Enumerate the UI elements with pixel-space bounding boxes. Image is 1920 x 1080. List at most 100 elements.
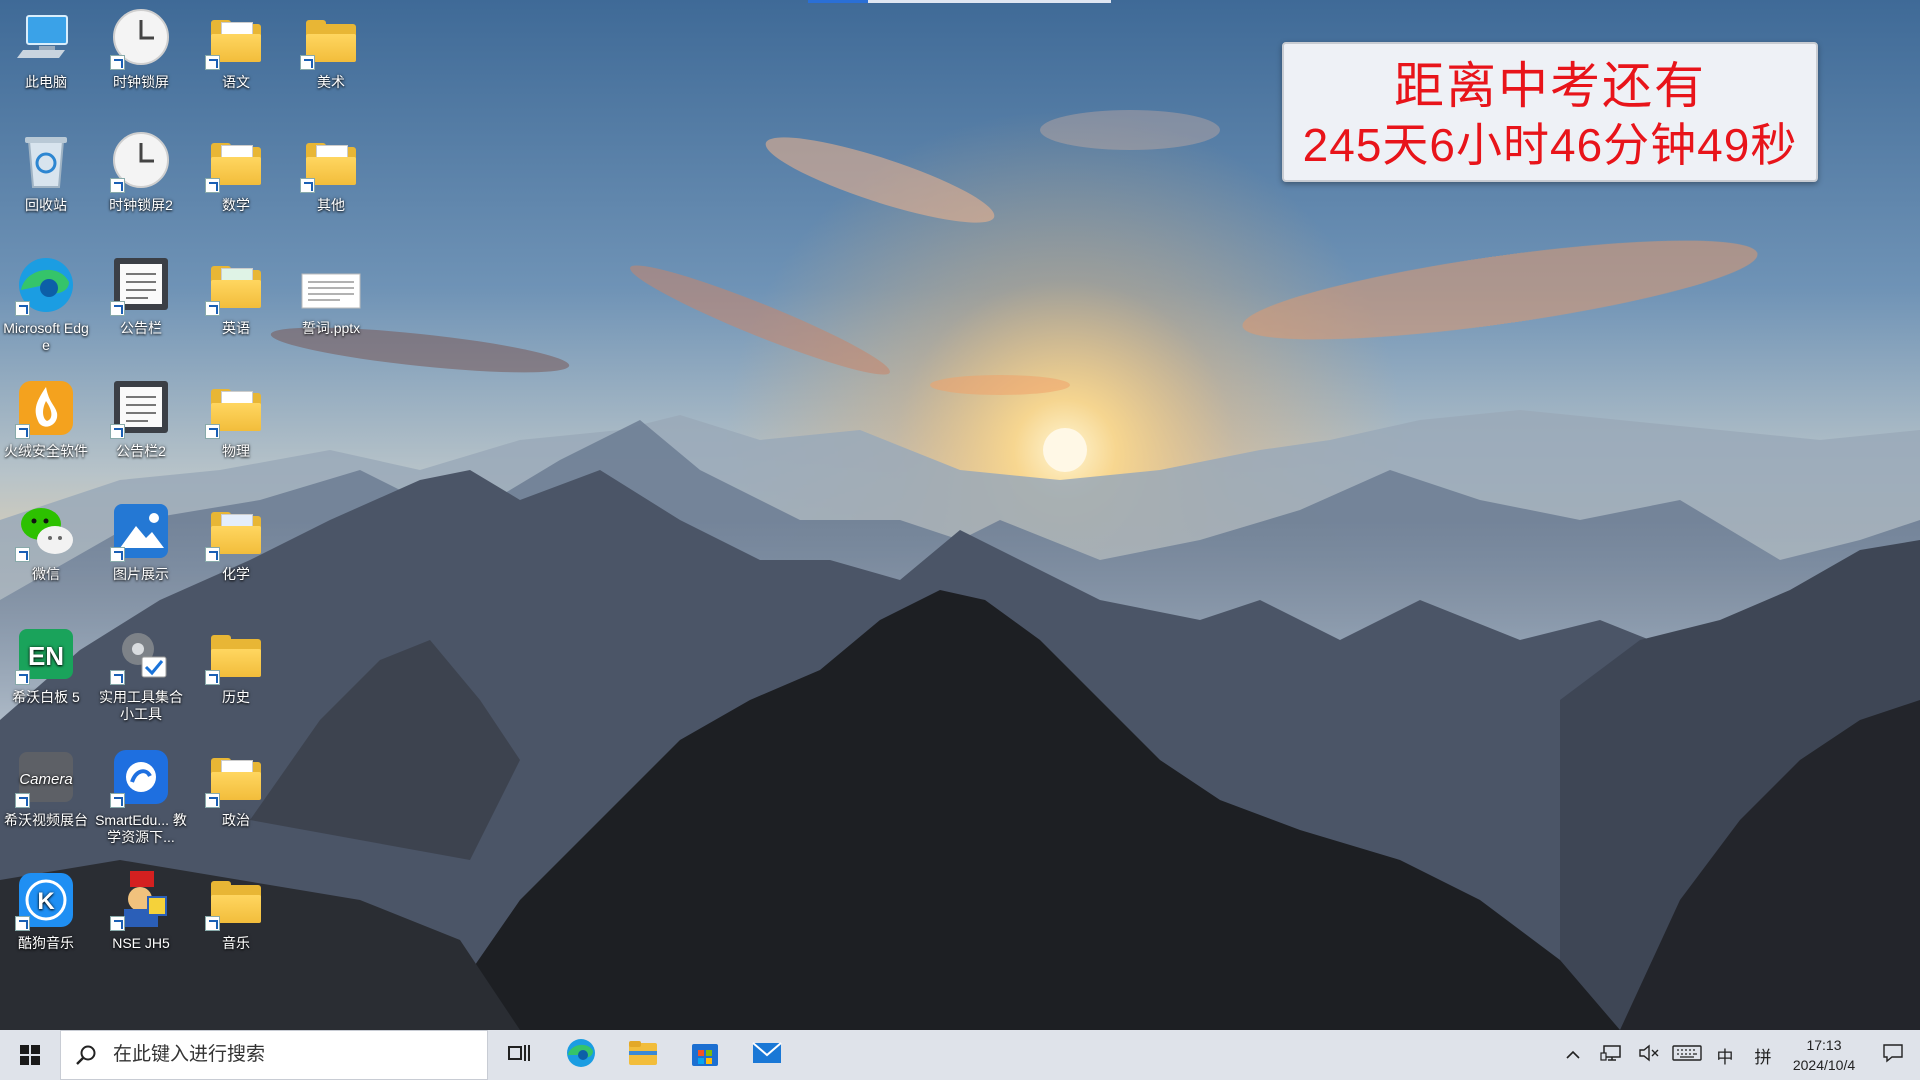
countdown-remaining: 245天6小时46分钟49秒 bbox=[1302, 119, 1798, 171]
file-explorer-icon bbox=[627, 1039, 659, 1072]
desktop-folder-politics[interactable]: 政治 bbox=[190, 746, 282, 829]
icon-label: 火绒安全软件 bbox=[4, 443, 88, 459]
shortcut-arrow-icon bbox=[15, 547, 30, 562]
notification-icon bbox=[1882, 1043, 1904, 1068]
desktop-folder-chemistry[interactable]: 化学 bbox=[190, 500, 282, 583]
desktop-icon-huorong[interactable]: 火绒安全软件 bbox=[0, 377, 92, 460]
icon-label: 希沃视频展台 bbox=[4, 812, 88, 828]
icon-label: 回收站 bbox=[25, 197, 67, 213]
svg-text:Camera: Camera bbox=[19, 771, 72, 788]
start-button[interactable] bbox=[0, 1030, 60, 1080]
icon-label: Microsoft Edge bbox=[3, 320, 89, 353]
ime-mode-indicator[interactable]: 拼 bbox=[1744, 1030, 1782, 1080]
shortcut-arrow-icon bbox=[110, 55, 125, 70]
desktop-icon-clock-lock[interactable]: 时钟锁屏 bbox=[95, 8, 187, 91]
taskbar-file-explorer-button[interactable] bbox=[612, 1030, 674, 1080]
top-progress-segment bbox=[808, 0, 868, 3]
folder-icon bbox=[205, 869, 267, 931]
clock-time: 17:13 bbox=[1806, 1037, 1842, 1053]
chevron-up-icon bbox=[1565, 1045, 1581, 1065]
desktop-icon-wechat[interactable]: 微信 bbox=[0, 500, 92, 583]
shortcut-arrow-icon bbox=[205, 55, 220, 70]
nse-icon bbox=[110, 869, 172, 931]
countdown-title: 距离中考还有 bbox=[1394, 58, 1706, 114]
desktop-icon-notice-board-2[interactable]: 公告栏2 bbox=[95, 377, 187, 460]
desktop-file-oath-pptx[interactable]: 誓词.pptx bbox=[285, 254, 377, 337]
icon-label: 公告栏 bbox=[120, 320, 162, 336]
desktop-icon-this-pc[interactable]: 此电脑 bbox=[0, 8, 92, 91]
icon-label: 化学 bbox=[222, 566, 250, 582]
desktop-folder-history[interactable]: 历史 bbox=[190, 623, 282, 706]
exam-countdown-widget: 距离中考还有 245天6小时46分钟49秒 bbox=[1282, 42, 1818, 182]
taskbar-store-button[interactable] bbox=[674, 1030, 736, 1080]
icon-label: 语文 bbox=[222, 74, 250, 90]
icon-label: 酷狗音乐 bbox=[18, 935, 74, 951]
mail-icon bbox=[751, 1041, 783, 1070]
picture-viewer-icon bbox=[110, 500, 172, 562]
icon-label: 誓词.pptx bbox=[301, 320, 361, 336]
desktop-folder-art[interactable]: 美术 bbox=[285, 8, 377, 91]
folder-icon bbox=[205, 8, 267, 70]
folder-icon bbox=[300, 8, 362, 70]
desktop-folder-other[interactable]: 其他 bbox=[285, 131, 377, 214]
icon-label: 时钟锁屏2 bbox=[109, 197, 173, 213]
shortcut-arrow-icon bbox=[110, 793, 125, 808]
desktop-folder-english[interactable]: 英语 bbox=[190, 254, 282, 337]
windows-logo-icon bbox=[20, 1045, 40, 1065]
camera-app-icon: Camera bbox=[15, 746, 77, 808]
network-button[interactable] bbox=[1592, 1030, 1630, 1080]
shortcut-arrow-icon bbox=[205, 301, 220, 316]
icon-label: 其他 bbox=[317, 197, 345, 213]
volume-button[interactable] bbox=[1630, 1030, 1668, 1080]
icon-label: SmartEdu... 教学资源下... bbox=[95, 812, 187, 845]
notice-board-icon bbox=[110, 377, 172, 439]
search-input[interactable] bbox=[111, 1043, 455, 1067]
ime-language-indicator[interactable]: 中 bbox=[1706, 1030, 1744, 1080]
huorong-icon bbox=[15, 377, 77, 439]
taskbar-clock[interactable]: 17:13 2024/10/4 bbox=[1782, 1035, 1866, 1075]
folder-icon bbox=[205, 131, 267, 193]
desktop-icon-easinote[interactable]: EN 希沃白板 5 bbox=[0, 623, 92, 706]
system-tray: 中 拼 17:13 2024/10/4 bbox=[1554, 1030, 1920, 1080]
desktop-icon-smartedu[interactable]: SmartEdu... 教学资源下... bbox=[95, 746, 187, 846]
touch-keyboard-button[interactable] bbox=[1668, 1030, 1706, 1080]
shortcut-arrow-icon bbox=[205, 178, 220, 193]
wechat-icon bbox=[15, 500, 77, 562]
icon-label: NSE JH5 bbox=[112, 935, 170, 951]
desktop-icon-recycle-bin[interactable]: 回收站 bbox=[0, 131, 92, 214]
desktop-folder-chinese[interactable]: 语文 bbox=[190, 8, 282, 91]
desktop-icon-clock-lock-2[interactable]: 时钟锁屏2 bbox=[95, 131, 187, 214]
shortcut-arrow-icon bbox=[110, 547, 125, 562]
clock-icon bbox=[110, 8, 172, 70]
task-view-icon bbox=[507, 1043, 531, 1068]
shortcut-arrow-icon bbox=[15, 916, 30, 931]
action-center-button[interactable] bbox=[1866, 1030, 1920, 1080]
shortcut-arrow-icon bbox=[205, 916, 220, 931]
desktop-folder-math[interactable]: 数学 bbox=[190, 131, 282, 214]
microsoft-store-icon bbox=[690, 1038, 720, 1073]
show-hidden-icons-button[interactable] bbox=[1554, 1030, 1592, 1080]
taskbar-mail-button[interactable] bbox=[736, 1030, 798, 1080]
icon-label: 英语 bbox=[222, 320, 250, 336]
taskbar-edge-button[interactable] bbox=[550, 1030, 612, 1080]
desktop-icon-picture-viewer[interactable]: 图片展示 bbox=[95, 500, 187, 583]
notice-board-icon bbox=[110, 254, 172, 316]
desktop-folder-physics[interactable]: 物理 bbox=[190, 377, 282, 460]
shortcut-arrow-icon bbox=[110, 916, 125, 931]
desktop-icon-tools[interactable]: 实用工具集合小工具 bbox=[95, 623, 187, 723]
task-view-button[interactable] bbox=[488, 1030, 550, 1080]
desktop-folder-music[interactable]: 音乐 bbox=[190, 869, 282, 952]
desktop-icon-nse[interactable]: NSE JH5 bbox=[95, 869, 187, 952]
desktop-icon-edge[interactable]: Microsoft Edge bbox=[0, 254, 92, 354]
desktop-icon-camera-app[interactable]: Camera 希沃视频展台 bbox=[0, 746, 92, 829]
taskbar-search-box[interactable] bbox=[60, 1030, 488, 1080]
search-icon bbox=[75, 1044, 97, 1066]
shortcut-arrow-icon bbox=[15, 670, 30, 685]
desktop-icon-notice-board[interactable]: 公告栏 bbox=[95, 254, 187, 337]
shortcut-arrow-icon bbox=[110, 424, 125, 439]
desktop-icon-kugou[interactable]: K 酷狗音乐 bbox=[0, 869, 92, 952]
folder-icon bbox=[205, 746, 267, 808]
edge-icon bbox=[565, 1037, 597, 1074]
network-icon bbox=[1600, 1044, 1622, 1067]
icon-label: 希沃白板 5 bbox=[12, 689, 80, 705]
